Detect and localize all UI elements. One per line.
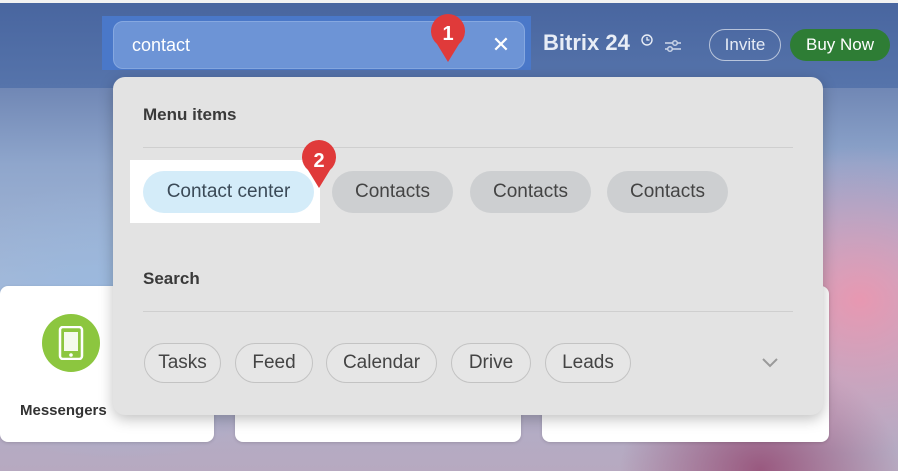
phone-icon — [42, 314, 100, 372]
clear-icon[interactable]: ✕ — [490, 32, 512, 58]
search-tag-tasks[interactable]: Tasks — [144, 343, 221, 383]
search-input-value: contact — [132, 34, 191, 55]
brand-logo[interactable]: Bitrix 24 — [543, 30, 630, 56]
clock-icon — [641, 34, 653, 46]
step-2-number: 2 — [313, 150, 324, 172]
messengers-label: Messengers — [20, 402, 107, 419]
search-heading: Search — [143, 269, 200, 288]
divider — [143, 147, 793, 148]
step-1-marker: 1 — [431, 14, 465, 63]
settings-icon[interactable] — [664, 38, 682, 54]
search-tag-leads[interactable]: Leads — [545, 343, 631, 383]
step-1-number: 1 — [442, 23, 453, 45]
step-2-marker: 2 — [302, 140, 336, 188]
menu-item-contacts[interactable]: Contacts — [607, 171, 728, 213]
top-border — [0, 0, 898, 3]
menu-item-contacts[interactable]: Contacts — [332, 171, 453, 213]
menu-items-heading: Menu items — [143, 105, 237, 124]
search-tag-drive[interactable]: Drive — [451, 343, 531, 383]
search-results-dropdown: Menu items Search Tasks Feed Calendar Dr… — [113, 77, 823, 415]
buy-now-button[interactable]: Buy Now — [790, 29, 890, 61]
invite-button[interactable]: Invite — [709, 29, 781, 61]
search-tag-feed[interactable]: Feed — [235, 343, 313, 383]
menu-item-contacts[interactable]: Contacts — [470, 171, 591, 213]
chevron-down-icon[interactable] — [759, 353, 781, 373]
search-tag-calendar[interactable]: Calendar — [326, 343, 437, 383]
menu-item-contact-center[interactable]: Contact center — [143, 171, 314, 213]
divider — [143, 311, 793, 312]
